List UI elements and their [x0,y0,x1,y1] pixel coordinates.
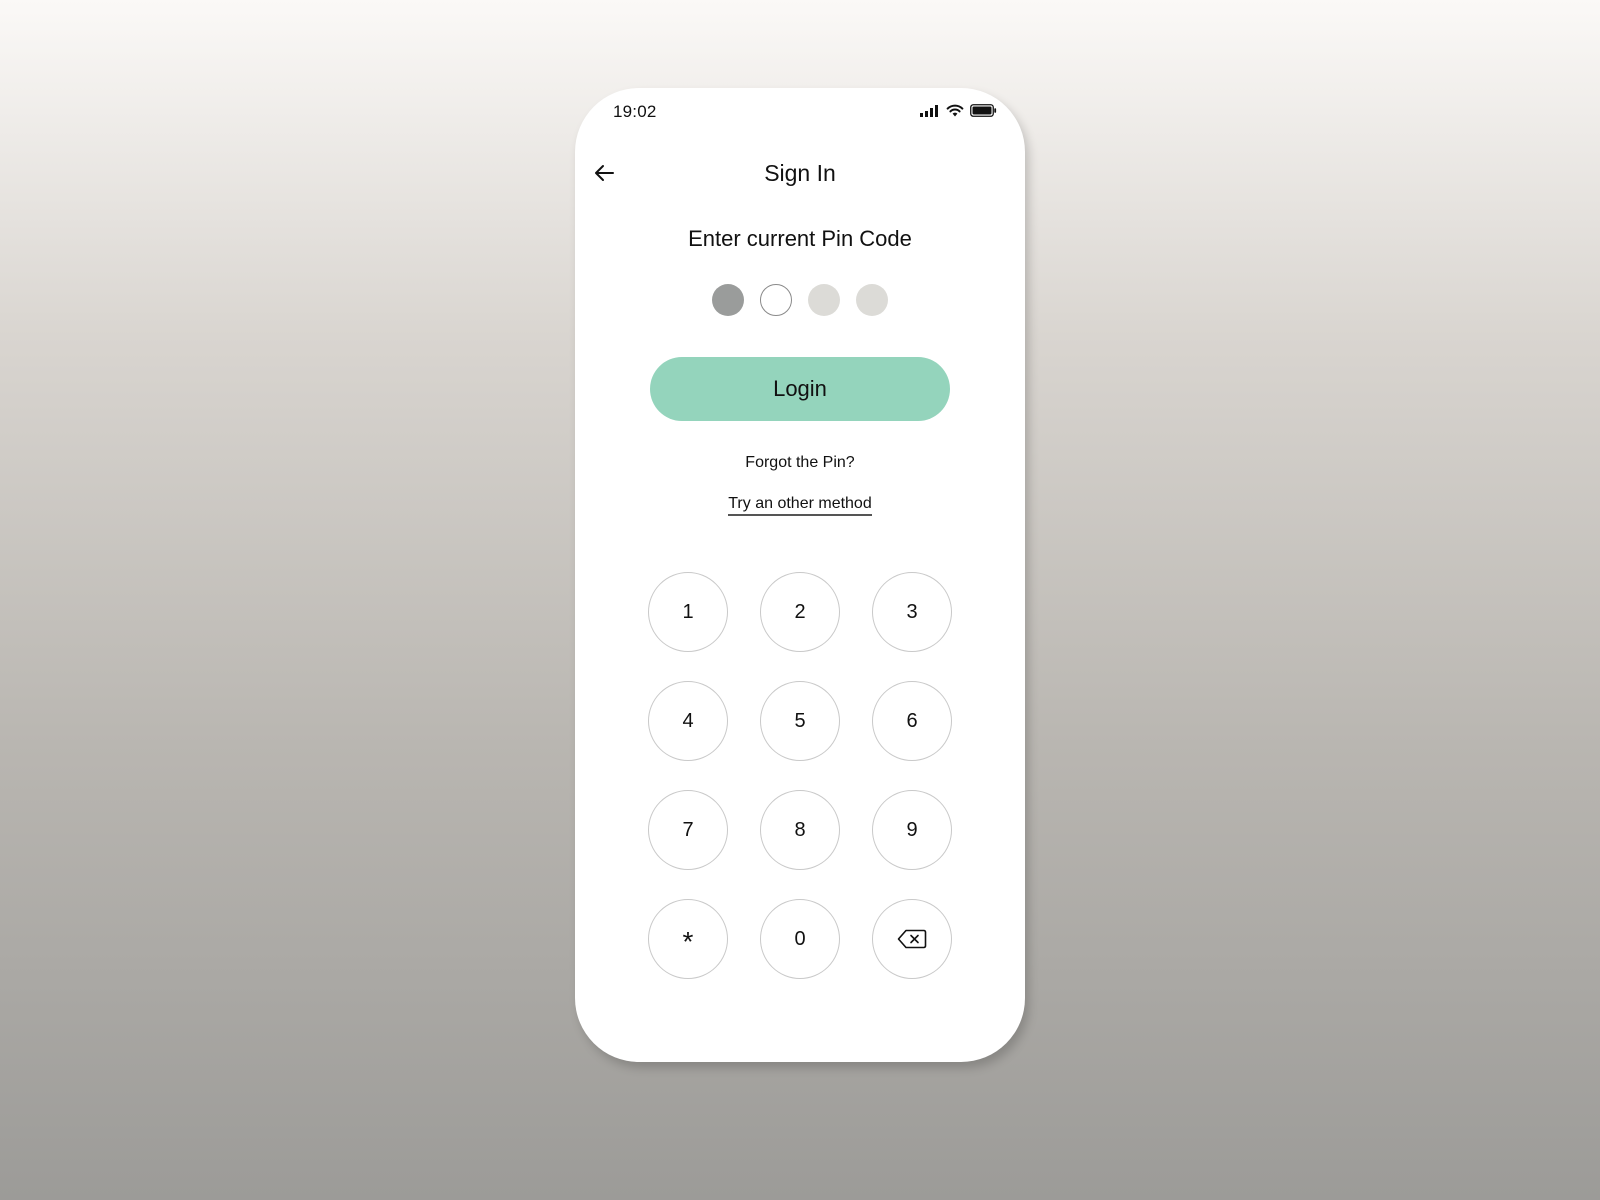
key-5[interactable]: 5 [760,681,840,761]
forgot-pin-text: Forgot the Pin? [745,454,855,471]
backspace-icon [897,929,927,949]
pin-prompt: Enter current Pin Code [688,226,912,251]
key-8[interactable]: 8 [760,790,840,870]
other-method-link-wrapper: Try an other method [575,495,1025,516]
status-bar: 19:02 [575,88,1025,138]
key-9[interactable]: 9 [872,790,952,870]
key-3[interactable]: 3 [872,572,952,652]
other-method-link[interactable]: Try an other method [728,495,872,516]
battery-icon [970,104,997,117]
key-0[interactable]: 0 [760,899,840,979]
signal-icon [920,104,938,117]
pin-indicator [575,284,1025,316]
pin-dot-1 [712,284,744,316]
page-title: Sign In [764,160,836,186]
pin-dot-4 [856,284,888,316]
wifi-icon [946,104,964,117]
key-1[interactable]: 1 [648,572,728,652]
key-6[interactable]: 6 [872,681,952,761]
key-7[interactable]: 7 [648,790,728,870]
phone-screen: 19:02 Sign In Enter current Pin Code Log… [575,88,1025,1062]
key-4[interactable]: 4 [648,681,728,761]
key-asterisk[interactable]: * [648,899,728,979]
status-time: 19:02 [613,102,657,121]
login-button[interactable]: Login [650,357,950,421]
key-backspace[interactable] [872,899,952,979]
keypad: 1 2 3 4 5 6 7 8 9 * 0 [648,572,952,979]
key-2[interactable]: 2 [760,572,840,652]
pin-dot-3 [808,284,840,316]
status-icons [920,104,997,117]
asterisk-label: * [682,926,694,957]
pin-dot-2 [760,284,792,316]
